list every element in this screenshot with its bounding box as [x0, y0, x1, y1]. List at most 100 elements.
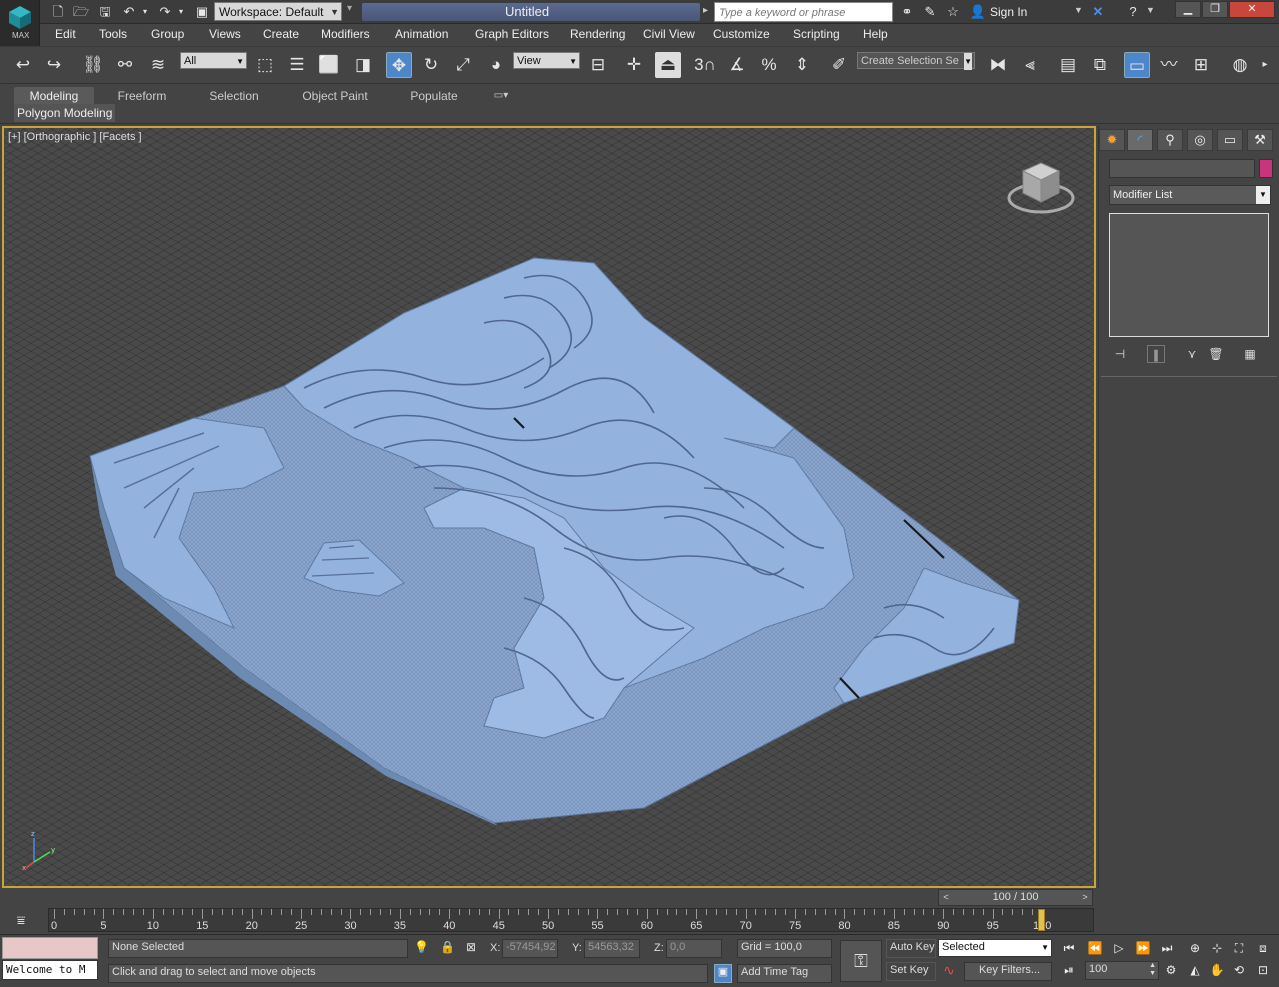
- zoom-extents-all-icon[interactable]: ⧈: [1252, 938, 1274, 958]
- search-input[interactable]: Type a keyword or phrase: [714, 2, 893, 22]
- rectangular-selection-icon[interactable]: ⬜: [316, 52, 342, 78]
- terrain-mesh[interactable]: [4, 128, 1094, 886]
- tab-populate[interactable]: Populate: [398, 87, 470, 105]
- keyboard-shortcut-override-icon[interactable]: ⏏: [655, 52, 681, 78]
- selection-filter-select[interactable]: All ▼: [180, 52, 247, 69]
- key-mode-select[interactable]: Selected ▼: [938, 939, 1052, 957]
- redo-icon[interactable]: ↷: [155, 3, 175, 21]
- reference-coordinate-select[interactable]: View ▼: [513, 52, 580, 69]
- play-icon[interactable]: ▷: [1108, 938, 1130, 958]
- angle-snap-icon[interactable]: ∡: [724, 52, 750, 78]
- object-color-swatch[interactable]: [1259, 159, 1273, 178]
- select-and-scale-icon[interactable]: ⤢: [450, 52, 476, 78]
- redo-dropdown-icon[interactable]: ▾: [175, 3, 187, 21]
- maxscript-mini-listener-top[interactable]: [2, 937, 98, 959]
- go-to-start-icon[interactable]: ⏮: [1058, 938, 1080, 958]
- menu-scripting[interactable]: Scripting: [793, 27, 840, 41]
- tab-selection[interactable]: Selection: [196, 87, 272, 105]
- favorites-star-icon[interactable]: ☆: [943, 3, 963, 21]
- pin-stack-icon[interactable]: ⊣: [1111, 345, 1129, 363]
- add-time-tag-button[interactable]: Add Time Tag: [737, 964, 832, 983]
- select-and-move-icon[interactable]: ✥: [386, 52, 412, 78]
- absolute-mode-icon[interactable]: ⊠: [466, 940, 482, 958]
- current-frame-field[interactable]: 100 ▲ ▼: [1085, 961, 1159, 980]
- project-folder-icon[interactable]: ▣: [192, 3, 212, 21]
- key-mode-toggle-icon[interactable]: ⏯: [1058, 960, 1080, 980]
- set-key-button[interactable]: Set Key: [886, 962, 936, 981]
- x-coordinate-field[interactable]: -57454,92: [502, 939, 558, 958]
- isolate-selection-icon[interactable]: 💡: [414, 940, 430, 958]
- next-frame-icon[interactable]: ⏩: [1132, 938, 1154, 958]
- ribbon-toggle-icon[interactable]: ▭: [1124, 52, 1150, 78]
- spinner-snap-icon[interactable]: ⇕: [789, 52, 815, 78]
- save-file-icon[interactable]: 🖫: [95, 3, 115, 21]
- menu-group[interactable]: Group: [151, 27, 184, 41]
- select-manipulate-icon[interactable]: ✛: [621, 52, 647, 78]
- hierarchy-panel-icon[interactable]: ⚲: [1157, 129, 1183, 151]
- menu-customize[interactable]: Customize: [713, 27, 770, 41]
- ribbon-options-icon[interactable]: ▭▾: [486, 87, 516, 105]
- close-button[interactable]: ✕: [1229, 1, 1275, 18]
- menu-create[interactable]: Create: [263, 27, 299, 41]
- undo-icon[interactable]: ↩: [10, 52, 36, 78]
- snaps-toggle-icon[interactable]: 3∩: [692, 52, 718, 78]
- selection-lock-icon[interactable]: 🔒: [440, 940, 456, 958]
- help-icon[interactable]: ?: [1123, 3, 1143, 21]
- pivot-point-center-icon[interactable]: ⊟: [585, 52, 611, 78]
- set-key-icon[interactable]: ⚿: [840, 940, 882, 982]
- minimize-button[interactable]: ▁: [1175, 1, 1201, 18]
- named-selection-select[interactable]: Create Selection Se ▼: [857, 52, 975, 70]
- modifier-stack[interactable]: [1109, 213, 1269, 337]
- next-frame-icon[interactable]: >: [1078, 890, 1092, 905]
- menu-edit[interactable]: Edit: [55, 27, 76, 41]
- scene-explorer-icon[interactable]: ▤: [1055, 52, 1081, 78]
- auto-key-button[interactable]: Auto Key: [886, 939, 936, 958]
- material-editor-icon[interactable]: ◍: [1227, 52, 1253, 78]
- orbit-icon[interactable]: ⟲: [1228, 960, 1250, 980]
- new-file-icon[interactable]: 🗋: [48, 3, 68, 21]
- menu-modifiers[interactable]: Modifiers: [321, 27, 370, 41]
- zoom-extents-icon[interactable]: ⛶: [1228, 938, 1250, 958]
- binoculars-icon[interactable]: ⚭: [897, 3, 917, 21]
- object-name-field[interactable]: [1109, 159, 1255, 178]
- field-of-view-icon[interactable]: ◭: [1184, 960, 1206, 980]
- sign-in-dropdown-icon[interactable]: ▼: [1074, 5, 1083, 15]
- modify-panel-icon[interactable]: ◜: [1127, 129, 1153, 151]
- utilities-panel-icon[interactable]: ⚒: [1247, 129, 1273, 151]
- time-tag-icon[interactable]: ▣: [714, 964, 732, 983]
- window-crossing-icon[interactable]: ◨: [350, 52, 376, 78]
- tab-modeling[interactable]: Modeling: [14, 87, 94, 105]
- z-coordinate-field[interactable]: 0,0: [666, 939, 722, 958]
- viewport-orthographic[interactable]: [+] [Orthographic ] [Facets ] z x y: [2, 126, 1096, 888]
- create-panel-icon[interactable]: ✹: [1099, 129, 1125, 151]
- search-expand-icon[interactable]: ▸: [703, 5, 708, 16]
- maximize-viewport-icon[interactable]: ⊡: [1252, 960, 1274, 980]
- polygon-modeling-panel[interactable]: Polygon Modeling: [14, 104, 116, 122]
- communication-center-icon[interactable]: ✎: [920, 3, 940, 21]
- exchange-apps-icon[interactable]: ✕: [1088, 3, 1108, 21]
- viewcube-icon[interactable]: [1004, 158, 1080, 220]
- redo-icon[interactable]: ↪: [41, 52, 67, 78]
- key-filters-button[interactable]: Key Filters...: [964, 962, 1052, 981]
- tab-freeform[interactable]: Freeform: [104, 87, 180, 105]
- spinner-icon[interactable]: ▲ ▼: [1149, 962, 1156, 978]
- remove-modifier-icon[interactable]: 🗑: [1207, 345, 1225, 363]
- bind-space-warp-icon[interactable]: ≋: [145, 52, 171, 78]
- menu-animation[interactable]: Animation: [395, 27, 448, 41]
- menu-graph-editors[interactable]: Graph Editors: [475, 27, 549, 41]
- edit-named-selection-icon[interactable]: ✐: [826, 52, 852, 78]
- go-to-end-icon[interactable]: ⏭: [1156, 938, 1178, 958]
- unlink-icon[interactable]: ⚯: [112, 52, 138, 78]
- select-by-name-icon[interactable]: ☰: [284, 52, 310, 78]
- undo-dropdown-icon[interactable]: ▾: [139, 3, 151, 21]
- zoom-icon[interactable]: ⊕: [1184, 938, 1206, 958]
- modifier-list-select[interactable]: Modifier List ▼: [1109, 185, 1271, 205]
- menu-tools[interactable]: Tools: [99, 27, 127, 41]
- menu-civil-view[interactable]: Civil View: [643, 27, 695, 41]
- time-configuration-icon[interactable]: ⚙: [1160, 960, 1182, 980]
- tab-object-paint[interactable]: Object Paint: [292, 87, 378, 105]
- curve-editor-icon[interactable]: 〰: [1156, 52, 1182, 78]
- timeline-playhead[interactable]: [1038, 909, 1045, 931]
- align-icon[interactable]: ⫷: [1017, 52, 1043, 78]
- menu-views[interactable]: Views: [209, 27, 241, 41]
